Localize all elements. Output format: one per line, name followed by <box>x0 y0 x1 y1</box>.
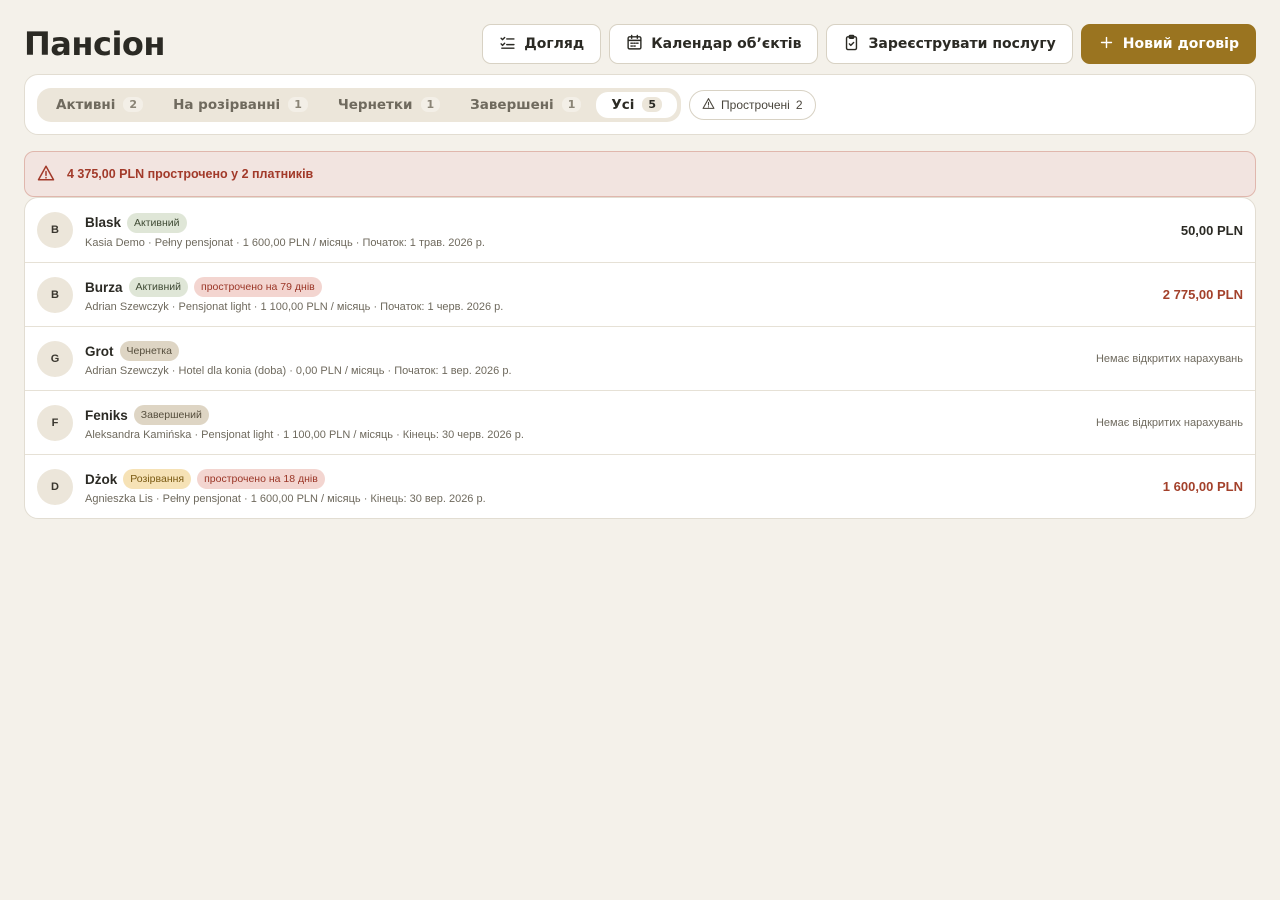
contract-info: Feniks Завершений Aleksandra Kamińska · … <box>85 404 1096 441</box>
warning-icon <box>37 164 55 185</box>
horse-name: Dżok <box>85 471 118 487</box>
tab-all[interactable]: Усі 5 <box>596 91 678 118</box>
status-badge: Чернетка <box>119 341 179 361</box>
status-badge: Активний <box>127 212 187 233</box>
horse-name: Burza <box>85 279 123 295</box>
contract-info: Burza Активний прострочено на 79 днів Ad… <box>85 276 1163 313</box>
contract-row[interactable]: D Dżok Розірвання прострочено на 18 днів… <box>25 454 1255 518</box>
open-balance: 2 775,00 PLN <box>1162 287 1243 302</box>
overdue-filter-label: Прострочені <box>721 97 790 112</box>
care-button-label: Догляд <box>524 36 585 52</box>
tab-terminating[interactable]: На розірванні 1 <box>158 92 323 118</box>
contracts-list: B Blask Активний Kasia Demo · Pełny pens… <box>24 197 1256 519</box>
tab-count: 2 <box>123 97 144 112</box>
contract-header: Burza Активний прострочено на 79 днів <box>85 276 1163 298</box>
contract-row[interactable]: B Blask Активний Kasia Demo · Pełny pens… <box>25 198 1255 262</box>
tab-active[interactable]: Активні 2 <box>41 92 158 118</box>
horse-name: Grot <box>85 343 114 359</box>
contract-details: Adrian Szewczyk · Pensjonat light · 1 10… <box>85 301 504 313</box>
register-service-button[interactable]: Зареєструвати послугу <box>826 24 1073 64</box>
status-badge: Активний <box>128 277 189 297</box>
open-balance: 50,00 PLN <box>1180 222 1243 238</box>
overdue-filter-chip[interactable]: Прострочені 2 <box>689 89 816 120</box>
tab-label: Чернетки <box>337 96 413 113</box>
tab-count: 1 <box>561 97 582 112</box>
horse-name: Blask <box>85 215 122 230</box>
avatar: B <box>37 212 73 248</box>
no-charges-text: Немає відкритих нарахувань <box>1095 416 1243 429</box>
calendar-icon <box>626 34 643 55</box>
contract-row[interactable]: F Feniks Завершений Aleksandra Kamińska … <box>25 390 1255 454</box>
tab-label: Усі <box>611 96 635 113</box>
page-header: Пансіон Догляд Календар об’єктів Зареєст… <box>24 24 1256 64</box>
contract-info: Blask Активний Kasia Demo · Pełny pensjo… <box>85 212 1181 249</box>
overdue-filter-count: 2 <box>795 97 803 112</box>
calendar-button-label: Календар об’єктів <box>651 36 802 52</box>
calendar-button[interactable]: Календар об’єктів <box>609 24 819 64</box>
tab-label: Завершені <box>470 96 554 113</box>
tab-label: На розірванні <box>173 96 281 113</box>
filter-bar: Активні 2 На розірванні 1 Чернетки 1 Зав… <box>24 74 1256 135</box>
horse-name: Feniks <box>85 407 128 423</box>
tab-count: 1 <box>288 97 308 112</box>
new-contract-button[interactable]: Новий договір <box>1080 24 1256 64</box>
clipboard-check-icon <box>843 34 860 55</box>
contract-header: Blask Активний <box>85 212 1181 234</box>
contract-details: Agnieszka Lis · Pełny pensjonat · 1 600,… <box>85 493 486 505</box>
status-tabs: Активні 2 На розірванні 1 Чернетки 1 Зав… <box>37 87 682 122</box>
contract-details: Aleksandra Kamińska · Pensjonat light · … <box>85 429 524 441</box>
avatar: F <box>37 404 73 441</box>
tab-count: 5 <box>642 97 663 112</box>
contract-details: Kasia Demo · Pełny pensjonat · 1 600,00 … <box>85 236 485 249</box>
overdue-badge: прострочено на 18 днів <box>197 469 325 489</box>
avatar: B <box>37 276 73 313</box>
open-balance: 1 600,00 PLN <box>1162 479 1243 494</box>
page-title: Пансіон <box>24 25 166 63</box>
tab-label: Активні <box>56 96 116 113</box>
contract-row[interactable]: B Burza Активний прострочено на 79 днів … <box>25 262 1255 326</box>
contract-info: Dżok Розірвання прострочено на 18 днів A… <box>85 468 1163 505</box>
checklist-icon <box>499 34 516 55</box>
tab-completed[interactable]: Завершені 1 <box>455 92 596 118</box>
avatar: G <box>37 340 73 377</box>
register-service-label: Зареєструвати послугу <box>868 36 1056 52</box>
status-badge: Розірвання <box>123 469 192 489</box>
tab-drafts[interactable]: Чернетки 1 <box>323 92 455 118</box>
contract-header: Feniks Завершений <box>85 404 1096 426</box>
contract-row[interactable]: G Grot Чернетка Adrian Szewczyk · Hotel … <box>25 326 1255 390</box>
overdue-alert: 4 375,00 PLN прострочено у 2 платників <box>24 151 1256 197</box>
contract-details: Adrian Szewczyk · Hotel dla konia (doba)… <box>85 365 512 377</box>
contract-header: Dżok Розірвання прострочено на 18 днів <box>85 468 1163 490</box>
no-charges-text: Немає відкритих нарахувань <box>1095 352 1243 365</box>
avatar: D <box>37 468 73 505</box>
alert-text: 4 375,00 PLN прострочено у 2 платників <box>67 167 314 181</box>
contract-info: Grot Чернетка Adrian Szewczyk · Hotel dl… <box>85 340 1096 377</box>
new-contract-label: Новий договір <box>1122 36 1239 52</box>
tab-count: 1 <box>420 97 441 112</box>
status-badge: Завершений <box>133 405 209 425</box>
care-button[interactable]: Догляд <box>482 24 602 64</box>
header-actions: Догляд Календар об’єктів Зареєструвати п… <box>482 24 1256 64</box>
plus-icon <box>1098 34 1115 55</box>
warning-icon <box>702 97 715 113</box>
contract-header: Grot Чернетка <box>85 340 1096 362</box>
overdue-badge: прострочено на 79 днів <box>194 277 322 297</box>
